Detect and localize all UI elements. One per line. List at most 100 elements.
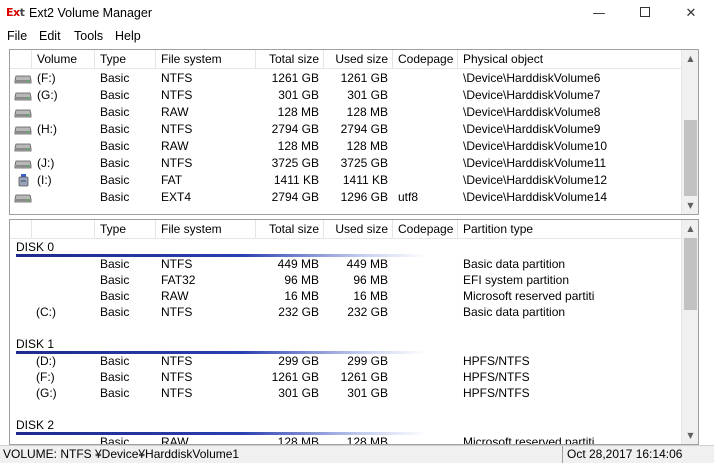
cell-volume: (F:) (37, 71, 56, 85)
table-row[interactable]: (F:) Basic NTFS 1261 GB 1261 GB \Device\Hardd… (10, 70, 682, 87)
table-row[interactable]: Basic NTFS 449 MB 449 MB Basic data partitio… (10, 256, 682, 273)
cell-volume (37, 138, 95, 155)
maximize-button[interactable] (622, 0, 668, 28)
app-logo-icon: Ext (6, 6, 25, 19)
cell-volume (37, 189, 95, 206)
table-row[interactable]: (J:) Basic NTFS 3725 GB 3725 GB \Device\Hardd… (10, 155, 682, 172)
scroll-thumb[interactable] (684, 238, 697, 310)
cell-fs: RAW (161, 105, 189, 119)
hard-drive-icon (14, 124, 32, 135)
scroll-up-arrow-icon[interactable]: ▲ (682, 50, 698, 67)
volume-list-scrollbar[interactable]: ▲ ▼ (681, 50, 698, 214)
disk-list-header: Type File system Total size Used size Codepa… (10, 220, 682, 239)
menu-bar: File Edit Tools Help (0, 26, 714, 46)
cell-volume (36, 434, 94, 444)
column-header[interactable]: File system (156, 220, 256, 239)
scroll-down-arrow-icon[interactable]: ▼ (682, 427, 698, 444)
cell-total: 96 MB (284, 273, 319, 287)
cell-type: Basic (100, 71, 130, 85)
scroll-up-arrow-icon[interactable]: ▲ (682, 220, 698, 237)
menu-edit[interactable]: Edit (39, 29, 61, 43)
cell-total: 1411 KB (273, 173, 319, 187)
hard-drive-icon (14, 107, 32, 118)
table-row[interactable]: (G:) Basic NTFS 301 GB 301 GB \Device\Harddis… (10, 87, 682, 104)
cell-total: 232 GB (278, 305, 319, 319)
column-header[interactable]: Codepage (393, 220, 458, 239)
cell-type: Basic (100, 386, 130, 400)
scroll-down-arrow-icon[interactable]: ▼ (682, 197, 698, 214)
table-row[interactable]: Basic RAW 128 MB 128 MB Microsoft reserved p… (10, 434, 682, 445)
hard-drive-icon (14, 192, 32, 203)
cell-object: \Device\HarddiskVolume8 (463, 105, 601, 119)
cell-used: 1411 KB (342, 173, 388, 187)
hard-drive-icon (14, 158, 32, 169)
cell-codepage (398, 385, 458, 402)
cell-fs: NTFS (161, 257, 193, 271)
column-header[interactable]: File system (156, 50, 256, 69)
cell-total: 128 MB (277, 105, 319, 119)
cell-type: Basic (100, 173, 130, 187)
header-spacer (10, 220, 32, 239)
disk-label: DISK 2 (16, 418, 55, 432)
cell-object: \Device\HarddiskVolume14 (463, 190, 608, 204)
cell-codepage (398, 304, 458, 321)
cell-ptype: HPFS/NTFS (463, 354, 530, 368)
column-header[interactable]: Used size (324, 50, 393, 69)
maximize-icon (640, 7, 650, 17)
cell-fs: NTFS (161, 122, 193, 136)
close-button[interactable]: ✕ (668, 0, 714, 28)
table-row[interactable]: (D:) Basic NTFS 299 GB 299 GB HPFS/NTFS (10, 353, 682, 370)
volume-list[interactable]: Volume Type File system Total size Used size… (9, 49, 699, 215)
cell-used: 232 GB (347, 305, 388, 319)
column-header[interactable]: Total size (256, 50, 324, 69)
table-row[interactable]: Basic RAW 16 MB 16 MB Microsoft reserved par… (10, 288, 682, 305)
volume-list-header: Volume Type File system Total size Used size… (10, 50, 682, 69)
disk-list-scrollbar[interactable]: ▲ ▼ (681, 220, 698, 444)
cell-codepage (398, 272, 458, 289)
menu-tools[interactable]: Tools (74, 29, 103, 43)
cell-used: 16 MB (353, 289, 388, 303)
cell-codepage (398, 87, 458, 104)
table-row[interactable]: Basic EXT4 2794 GB 1296 GB utf8 \Device\Hardd… (10, 189, 682, 206)
table-row[interactable]: Basic FAT32 96 MB 96 MB EFI system partition (10, 272, 682, 289)
cell-used: 128 MB (346, 139, 388, 153)
cell-ptype: Basic data partition (463, 257, 566, 271)
column-header[interactable]: Type (95, 220, 156, 239)
table-row[interactable]: (G:) Basic NTFS 301 GB 301 GB HPFS/NTFS (10, 385, 682, 402)
cell-codepage (398, 434, 458, 444)
cell-type: Basic (100, 88, 130, 102)
table-row[interactable]: (H:) Basic NTFS 2794 GB 2794 GB \Device\Hardd… (10, 121, 682, 138)
column-header[interactable]: Used size (324, 220, 393, 239)
column-header[interactable]: Partition type (458, 220, 682, 239)
table-row[interactable]: Basic RAW 128 MB 128 MB \Device\HarddiskVolu… (10, 138, 682, 155)
disk-list[interactable]: Type File system Total size Used size Codepa… (9, 219, 699, 445)
cell-fs: RAW (161, 435, 189, 445)
column-header[interactable]: Total size (256, 220, 324, 239)
cell-used: 1261 GB (340, 71, 388, 85)
cell-type: Basic (100, 105, 130, 119)
column-header[interactable]: Volume (32, 50, 95, 69)
column-header[interactable]: Physical object (458, 50, 682, 69)
table-row[interactable]: (C:) Basic NTFS 232 GB 232 GB Basic data part… (10, 304, 682, 321)
cell-total: 301 GB (278, 88, 319, 102)
cell-used: 128 MB (346, 435, 388, 445)
table-row[interactable]: (I:) Basic FAT 1411 KB 1411 KB \Device\Harddi… (10, 172, 682, 189)
column-header[interactable]: Type (95, 50, 156, 69)
cell-object: \Device\HarddiskVolume11 (463, 156, 607, 170)
cell-volume: (J:) (37, 156, 55, 170)
scroll-thumb[interactable] (684, 120, 697, 196)
cell-codepage (398, 138, 458, 155)
cell-used: 1261 GB (340, 370, 388, 384)
minimize-button[interactable]: — (576, 0, 622, 28)
hard-drive-icon (14, 73, 32, 84)
table-row[interactable]: (F:) Basic NTFS 1261 GB 1261 GB HPFS/NTFS (10, 369, 682, 386)
menu-file[interactable]: File (7, 29, 27, 43)
table-row[interactable]: Basic RAW 128 MB 128 MB \Device\HarddiskVolu… (10, 104, 682, 121)
column-header[interactable] (32, 220, 95, 239)
cell-volume (36, 256, 94, 273)
cell-fs: RAW (161, 289, 189, 303)
cell-used: 96 MB (353, 273, 388, 287)
cell-codepage (398, 155, 458, 172)
menu-help[interactable]: Help (115, 29, 141, 43)
column-header[interactable]: Codepage (393, 50, 458, 69)
